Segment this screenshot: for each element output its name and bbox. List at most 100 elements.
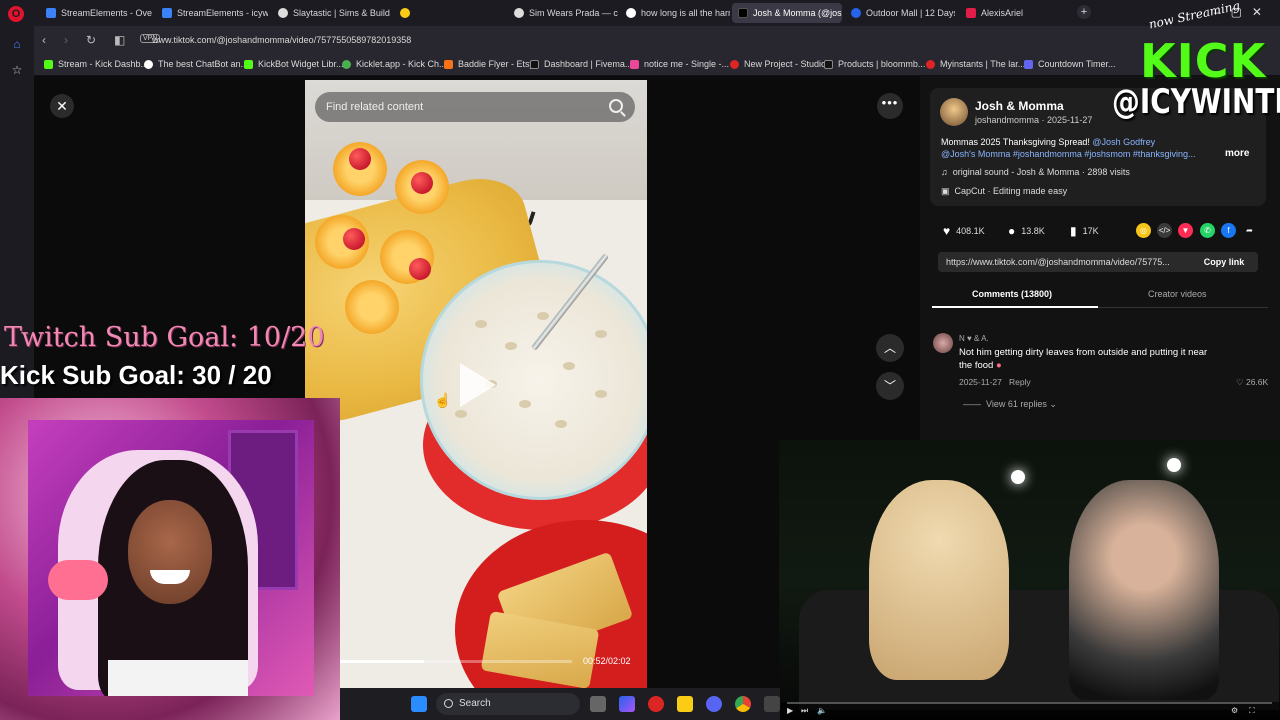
play-icon[interactable]: ▶ [787,706,793,715]
commenter-name[interactable]: N ♥ & A. [959,334,989,343]
tab-0[interactable]: StreamElements - Overlay [40,3,152,23]
tab-6-active[interactable]: Josh & Momma (@joshan [732,3,842,23]
like-button[interactable]: ♥ 408.1K [943,224,985,238]
bookmark-9[interactable]: Myinstants | The lar... [926,59,1025,69]
app-icon[interactable] [764,696,780,712]
play-icon[interactable] [460,363,496,407]
movie-progress-bar[interactable] [787,702,1272,704]
file-explorer-icon[interactable] [677,696,693,712]
windows-start-icon[interactable] [411,696,427,712]
bookmark-10[interactable]: Countdown Timer... [1024,59,1116,69]
tab-5[interactable]: how long is all the harry p [620,3,730,23]
home-icon[interactable]: ⌂ [9,36,25,52]
tab-comments[interactable]: Comments (13800) [972,289,1052,299]
close-button[interactable]: ✕ [50,94,74,118]
mouse-cursor-icon: ☝ [434,392,452,408]
tab-7[interactable]: Outdoor Mall | 12 Days O [845,3,955,23]
next-icon[interactable]: ⏭ [801,706,808,716]
send-icon[interactable]: ▼ [1178,223,1193,238]
more-link[interactable]: more [1225,148,1249,159]
url-field[interactable]: www.tiktok.com/@joshandmomma/video/75775… [152,35,411,45]
opera-logo-icon[interactable]: O [8,6,24,22]
copilot-icon[interactable] [619,696,635,712]
tab-favicon-icon [278,8,288,18]
discord-icon[interactable] [706,696,722,712]
find-related-search[interactable]: Find related content [315,92,635,122]
bookmark-5[interactable]: Dashboard | Fivema... [530,59,632,69]
cherry [343,228,365,250]
facebook-icon[interactable]: f [1221,223,1236,238]
task-view-icon[interactable] [590,696,606,712]
more-options-button[interactable]: ••• [877,93,903,119]
tab-favicon-icon [966,8,976,18]
video-progress-bar[interactable] [340,660,572,663]
tab-favicon-icon [162,8,172,18]
bookmark-favicon-icon [630,59,639,69]
bookmark-favicon-icon [926,59,935,69]
bookmark-favicon-icon [44,59,53,69]
movie-clip-player[interactable]: ▶ ⏭ 🔈 ⚙ ⛶ [779,440,1280,720]
whatsapp-icon[interactable]: ✆ [1200,223,1215,238]
share-icon[interactable]: ➦ [1242,223,1257,238]
embed-icon[interactable]: </> [1157,223,1172,238]
author-name[interactable]: Josh & Momma [975,99,1064,113]
tab-8[interactable]: AlexisAriel [960,3,1070,23]
settings-icon[interactable]: ⚙ [1231,706,1238,715]
comment-button[interactable]: ● 13.8K [1008,224,1045,238]
video-player[interactable]: Find related content 00:52/02:02 [305,80,647,688]
tab-favicon-icon [400,8,410,18]
bookmark-4[interactable]: Baddie Flyer - Etsy [444,59,534,69]
bookmark-3[interactable]: Kicklet.app - Kick Ch... [342,59,447,69]
bookmark-0[interactable]: Stream - Kick Dashb... [44,59,148,69]
video-hashtags[interactable]: @Josh's Momma #joshandmomma #joshsmom #t… [941,149,1231,159]
heart-icon: ♥ [943,224,951,238]
forward-icon[interactable]: › [64,33,68,47]
comment-text: Not him getting dirty leaves from outsid… [959,347,1208,371]
comment-like-button[interactable]: ♡ 26.6K [1236,377,1268,388]
tab-2[interactable]: Slaytastic | Sims & Builds [272,3,390,23]
previous-video-button[interactable]: ︿ [876,334,904,362]
movie-controls [779,702,1280,720]
tab-creator-videos[interactable]: Creator videos [1148,289,1207,299]
movie-man [1069,480,1219,700]
twitch-sub-goal: Twitch Sub Goal: 10/20 [4,322,325,353]
bookmark-1[interactable]: The best ChatBot an... [144,59,248,69]
kick-sub-goal: Kick Sub Goal: 30 / 20 [0,360,272,390]
commenter-avatar[interactable] [933,333,953,353]
copy-link-button[interactable]: Copy link [1196,252,1252,272]
reload-icon[interactable]: ↻ [86,33,96,47]
view-replies-button[interactable]: —— View 61 replies ⌄ [963,399,1057,410]
capcut-link[interactable]: ▣ CapCut · Editing made easy [941,186,1067,197]
streamer-face [128,500,212,604]
tab-4[interactable]: Sim Wears Prada — creat [508,3,618,23]
bookmark-favicon-icon [144,59,153,69]
bean [595,390,607,398]
author-avatar[interactable] [940,98,968,126]
bookmark-2[interactable]: KickBot Widget Libr... [244,59,344,69]
mention-link[interactable]: @Josh Godfrey [1092,137,1155,147]
reply-button[interactable]: Reply [1009,377,1031,387]
bean [505,342,517,350]
save-button[interactable]: ▮ 17K [1070,224,1099,238]
fullscreen-icon[interactable]: ⛶ [1249,706,1255,716]
bookmark-7[interactable]: New Project - Studio [730,59,826,69]
chevron-down-icon: ⌄ [1049,399,1057,409]
new-tab-button[interactable]: + [1077,5,1091,19]
chrome-icon[interactable] [735,696,751,712]
next-video-button[interactable]: ﹀ [876,372,904,400]
tab-1[interactable]: StreamElements - icywintr [156,3,268,23]
tab-3[interactable] [394,3,504,23]
sound-link[interactable]: ♫ original sound - Josh & Momma · 2898 v… [941,167,1130,177]
repost-icon[interactable]: ◎ [1136,223,1151,238]
bookmark-8[interactable]: Products | bloommb... [824,59,925,69]
comment-meta: 2025-11-27 Reply [959,377,1031,387]
bookmark-6[interactable]: notice me - Single -... [630,59,729,69]
back-icon[interactable]: ‹ [42,33,46,47]
volume-icon[interactable]: 🔈 [817,706,827,715]
search-icon [444,699,453,708]
opera-gx-icon[interactable] [648,696,664,712]
search-icon[interactable] [609,99,623,113]
taskbar-search[interactable]: Search [436,693,580,715]
tiktok-favicon-icon [738,8,748,18]
star-icon[interactable]: ☆ [9,62,25,78]
